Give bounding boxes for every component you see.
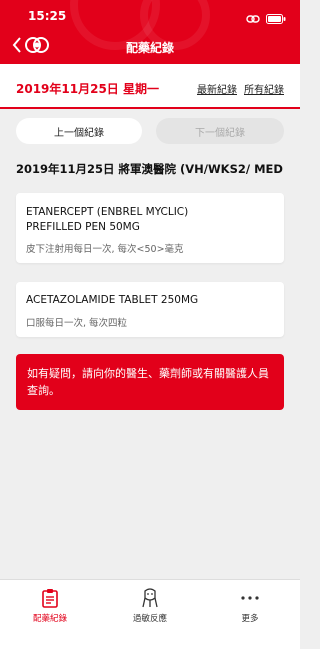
allergy-icon <box>115 588 185 608</box>
medication-name: ACETAZOLAMIDE TABLET 250MG <box>26 294 199 306</box>
more-dots-icon <box>215 588 285 608</box>
tab-more[interactable]: 更多 <box>215 588 285 624</box>
previous-record-button[interactable]: 上一個紀錄 <box>16 118 142 144</box>
date-bar: 2019年11月25日 星期一 最新紀錄 所有紀錄 <box>0 64 300 108</box>
hospital-line: 2019年11月25日 將軍澳醫院 (VH/WKS2/ MED <box>16 162 283 176</box>
tab-prescription-record[interactable]: 配藥紀錄 <box>15 588 85 624</box>
tab-bar: 配藥紀錄 過敏反應 更多 <box>0 579 300 649</box>
medication-name: ETANERCEPT (ENBREL MYCLIC) <box>26 206 189 218</box>
medication-name: PREFILLED PEN 50MG <box>26 221 140 233</box>
prescription-icon <box>15 588 85 608</box>
tab-label: 更多 <box>241 614 259 624</box>
medication-card[interactable]: ETANERCEPT (ENBREL MYCLIC) PREFILLED PEN… <box>16 193 284 263</box>
tab-label: 配藥紀錄 <box>32 614 67 624</box>
medication-dosage: 皮下注射用每日一次, 每次<50>毫克 <box>26 244 184 255</box>
medication-card[interactable]: ACETAZOLAMIDE TABLET 250MG 口服每日一次, 每次四粒 <box>16 282 284 337</box>
status-icons <box>246 9 286 28</box>
tab-label: 過敏反應 <box>132 614 167 624</box>
tab-allergy[interactable]: 過敏反應 <box>115 588 185 624</box>
page-title: 配藥紀錄 <box>125 41 174 55</box>
divider <box>0 107 300 109</box>
notice-box: 如有疑問，請向你的醫生、藥劑師或有關醫護人員查詢。 <box>16 354 284 410</box>
top-bar: 15:25 配藥紀錄 <box>0 0 300 64</box>
status-time: 15:25 <box>28 9 67 23</box>
battery-icon <box>266 9 286 28</box>
medication-dosage: 口服每日一次, 每次四粒 <box>26 318 128 329</box>
link-status-icon <box>246 9 260 28</box>
latest-record-link[interactable]: 最新紀錄 <box>197 81 237 96</box>
record-date: 2019年11月25日 星期一 <box>16 82 159 96</box>
all-records-link[interactable]: 所有紀錄 <box>244 81 284 96</box>
next-record-button[interactable]: 下一個紀錄 <box>156 118 284 144</box>
